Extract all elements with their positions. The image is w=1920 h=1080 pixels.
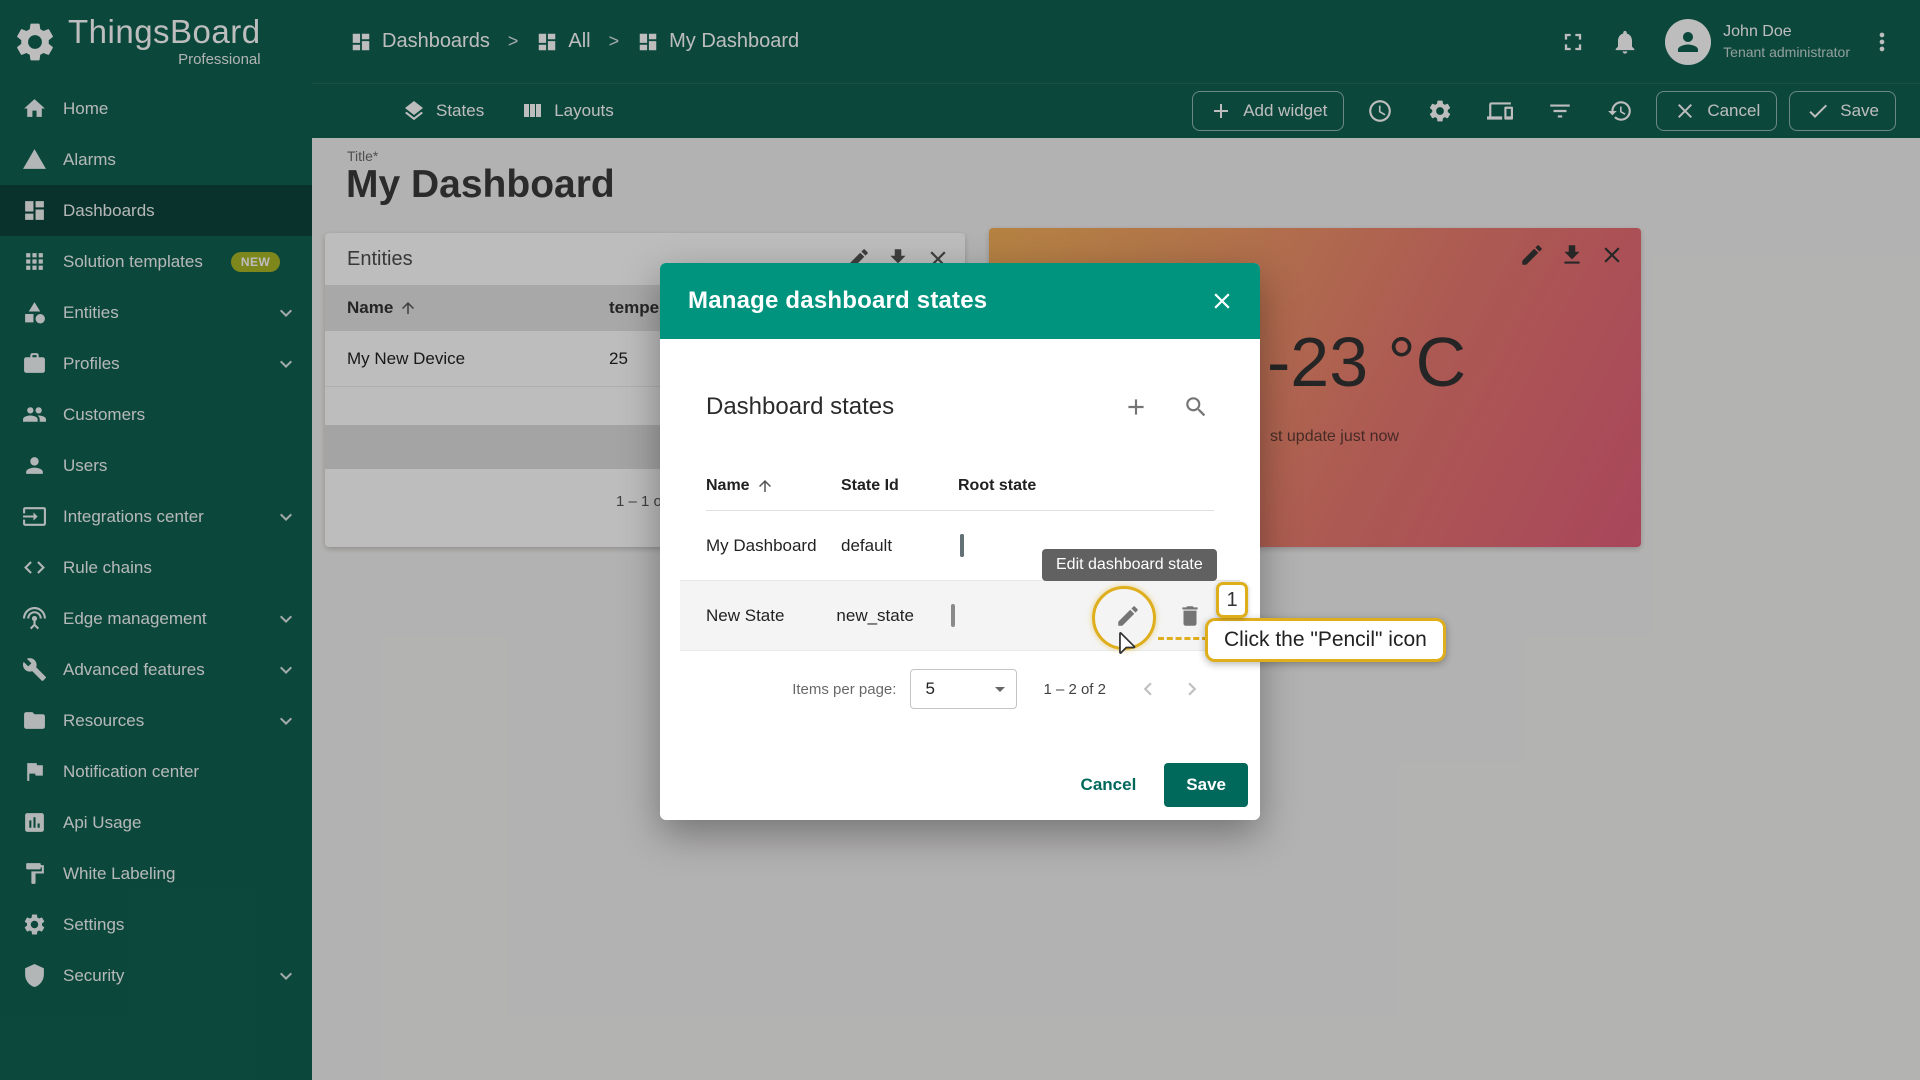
- add-state-button[interactable]: [1112, 383, 1160, 431]
- close-icon: [1209, 288, 1235, 314]
- cell-state-name: New State: [706, 606, 836, 626]
- search-icon: [1183, 394, 1209, 420]
- dropdown-arrow-icon: [988, 677, 1012, 701]
- cell-state-name: My Dashboard: [706, 536, 841, 556]
- dialog-section-header: Dashboard states: [706, 383, 1220, 431]
- plus-icon: [1123, 394, 1149, 420]
- items-per-page-value: 5: [925, 679, 988, 699]
- state-row-new-state[interactable]: New State new_state: [680, 581, 1240, 651]
- states-table-header: Name State Id Root state: [706, 461, 1214, 511]
- section-title: Dashboard states: [706, 393, 1112, 421]
- search-states-button[interactable]: [1172, 383, 1220, 431]
- thingsboard-app: ThingsBoard Professional Home Alarms Das…: [0, 0, 1920, 1080]
- trash-icon: [1177, 603, 1203, 629]
- cell-state-id: new_state: [836, 606, 949, 626]
- next-page-button[interactable]: [1170, 667, 1214, 711]
- chevron-right-icon: [1179, 676, 1205, 702]
- items-per-page-select[interactable]: 5: [910, 669, 1017, 709]
- cursor-icon: [1114, 630, 1140, 656]
- paginator-range-label: 1 – 2 of 2: [1043, 681, 1106, 698]
- cell-root-state: [949, 606, 1104, 626]
- annotation-connector-line: [1158, 637, 1208, 640]
- root-state-checkbox[interactable]: [960, 534, 964, 557]
- previous-page-button[interactable]: [1126, 667, 1170, 711]
- states-paginator: Items per page: 5 1 – 2 of 2: [706, 659, 1214, 719]
- root-state-checkbox[interactable]: [951, 604, 955, 627]
- edit-dashboard-state-tooltip: Edit dashboard state: [1042, 549, 1217, 581]
- dialog-close-button[interactable]: [1198, 277, 1246, 325]
- column-label: Name: [706, 477, 750, 495]
- dialog-title: Manage dashboard states: [688, 287, 1198, 315]
- column-header-state-id[interactable]: State Id: [841, 477, 958, 495]
- column-header-root-state[interactable]: Root state: [958, 477, 1118, 495]
- column-header-name[interactable]: Name: [706, 477, 841, 495]
- cell-state-id: default: [841, 536, 958, 556]
- manage-dashboard-states-dialog: Manage dashboard states Dashboard states…: [660, 263, 1260, 820]
- save-button[interactable]: Save: [1164, 763, 1248, 807]
- chevron-left-icon: [1135, 676, 1161, 702]
- dialog-header: Manage dashboard states: [660, 263, 1260, 339]
- items-per-page-label: Items per page:: [792, 681, 896, 698]
- dialog-footer: Cancel Save: [1063, 763, 1248, 807]
- cancel-button[interactable]: Cancel: [1063, 765, 1155, 805]
- annotation-instruction-label: Click the "Pencil" icon: [1205, 618, 1446, 662]
- annotation-step-badge: 1: [1216, 582, 1248, 618]
- sort-ascending-icon: [756, 477, 774, 495]
